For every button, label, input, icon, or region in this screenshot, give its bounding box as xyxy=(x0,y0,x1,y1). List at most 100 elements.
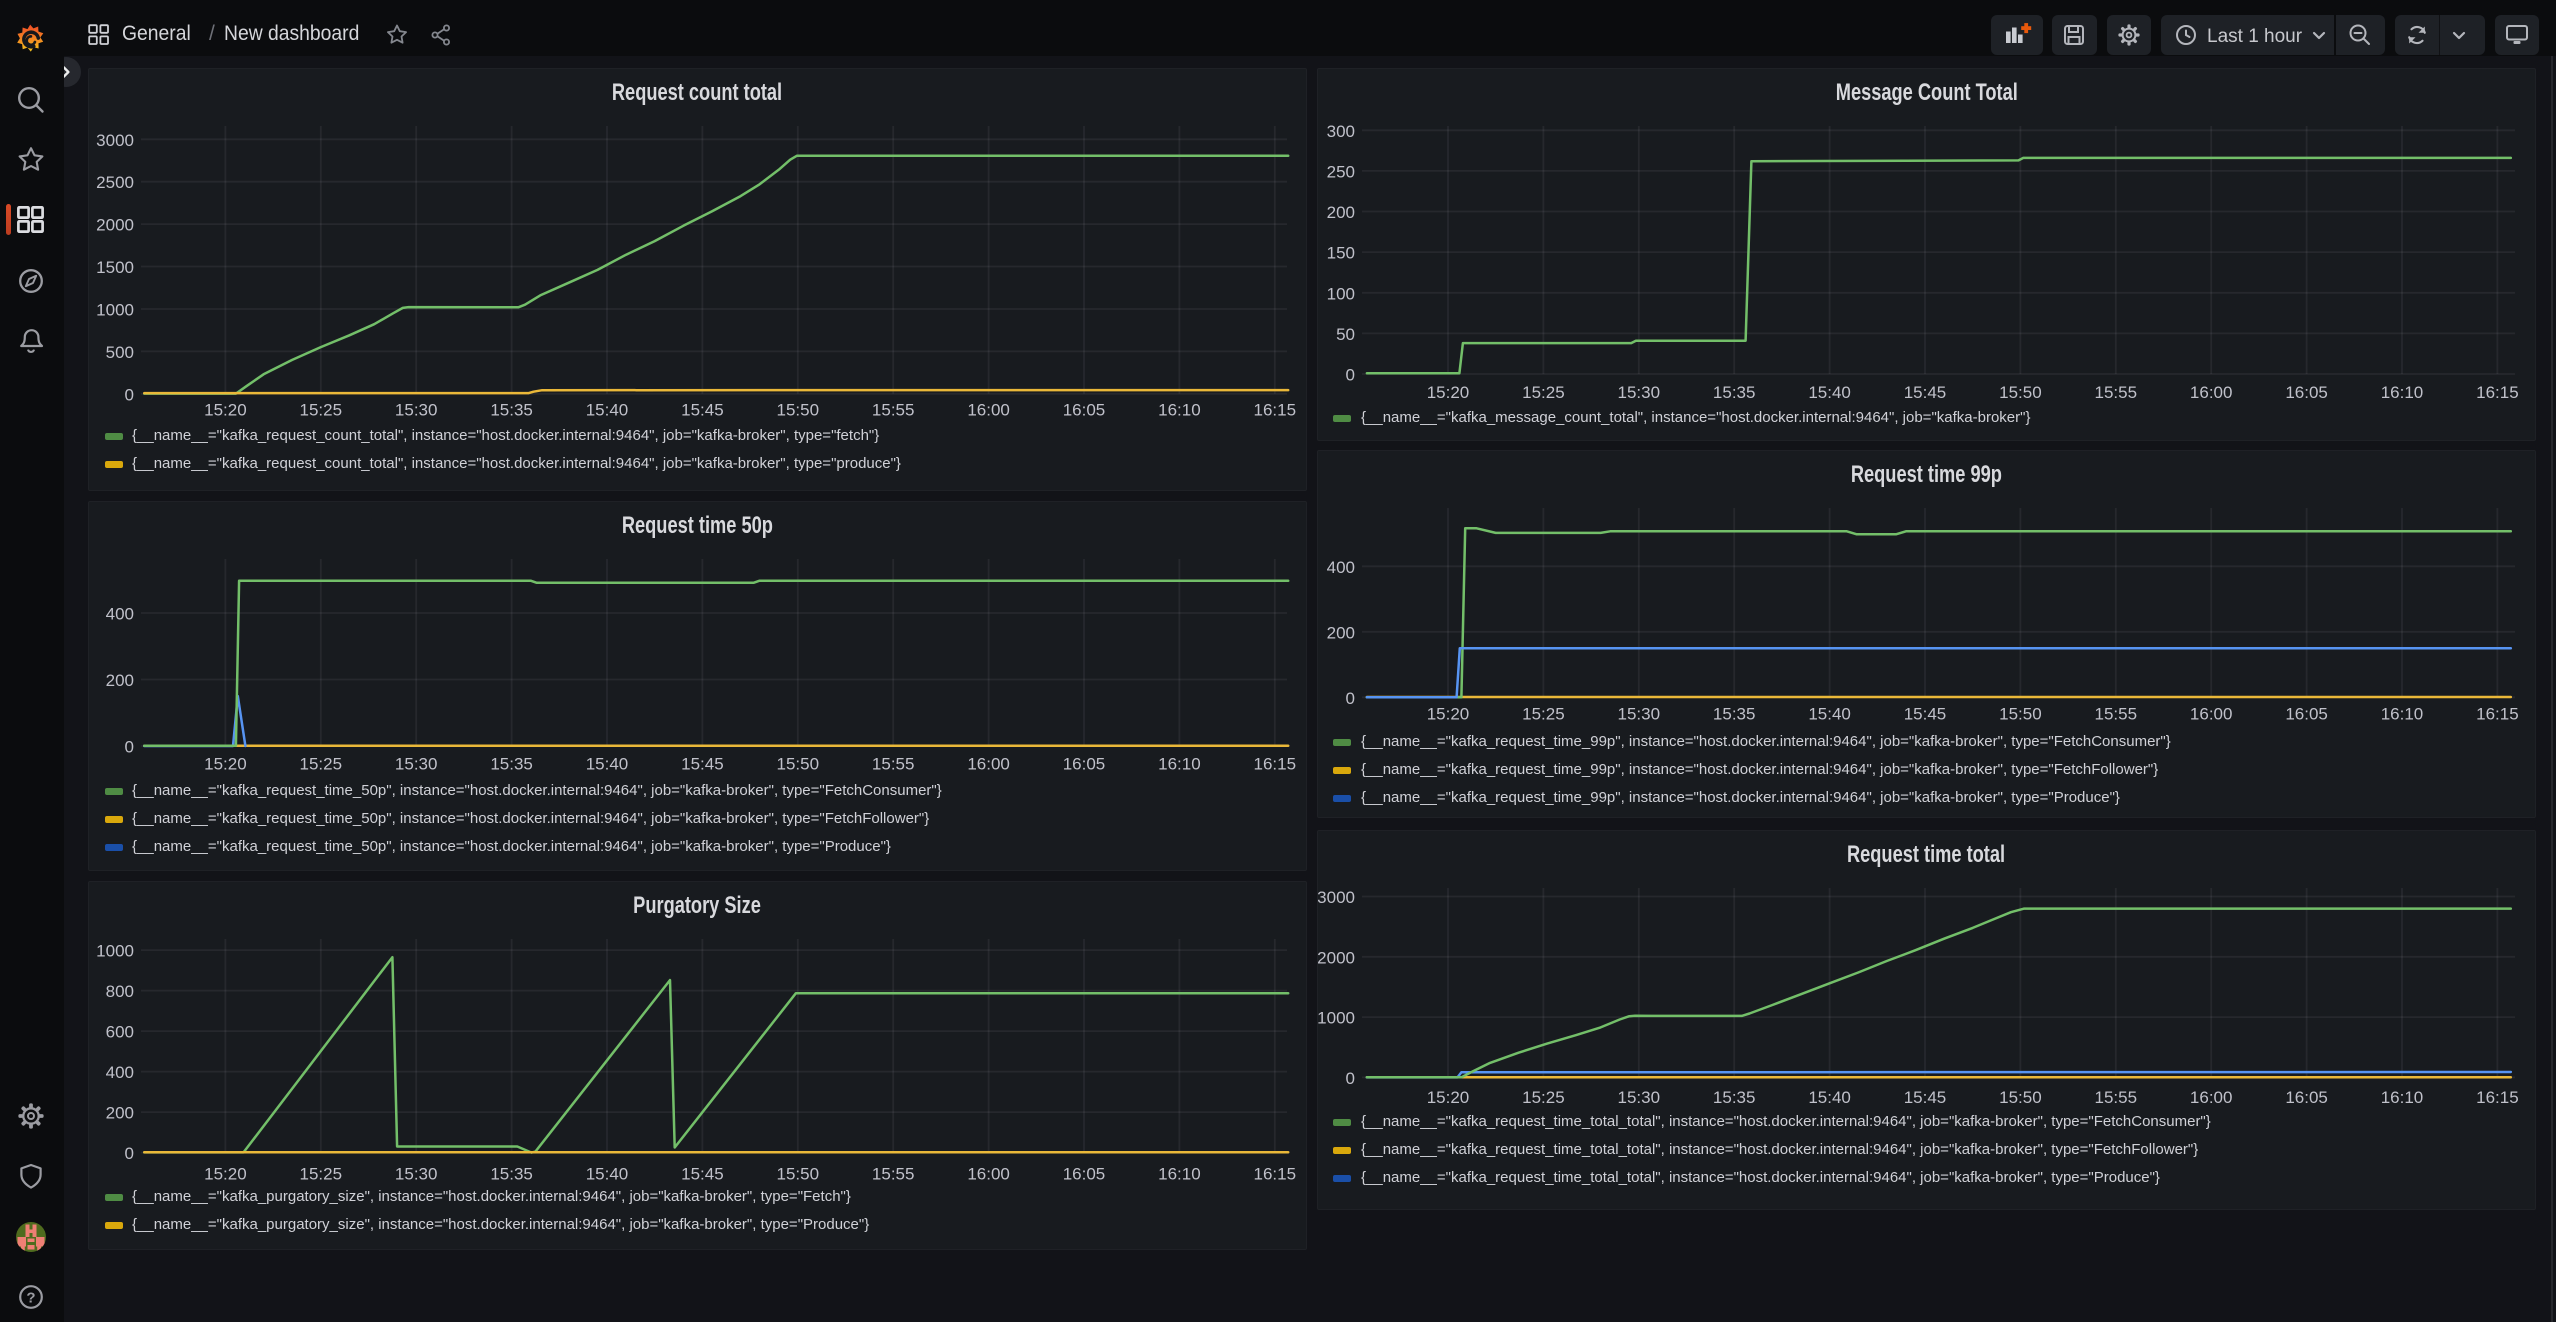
svg-text:16:10: 16:10 xyxy=(2381,383,2424,402)
svg-text:16:10: 16:10 xyxy=(1158,755,1201,774)
svg-text:16:15: 16:15 xyxy=(2476,705,2519,724)
svg-text:15:45: 15:45 xyxy=(681,755,724,774)
svg-text:16:15: 16:15 xyxy=(2476,383,2519,402)
svg-text:15:50: 15:50 xyxy=(777,401,820,420)
svg-text:15:50: 15:50 xyxy=(1999,1088,2042,1107)
svg-text:0: 0 xyxy=(125,385,134,404)
svg-text:15:40: 15:40 xyxy=(586,401,629,420)
svg-text:15:30: 15:30 xyxy=(395,755,438,774)
svg-text:15:20: 15:20 xyxy=(1427,1088,1470,1107)
svg-text:15:40: 15:40 xyxy=(1808,705,1851,724)
svg-text:15:35: 15:35 xyxy=(490,1165,533,1184)
svg-text:1000: 1000 xyxy=(96,301,134,320)
svg-text:15:50: 15:50 xyxy=(1999,705,2042,724)
svg-text:16:15: 16:15 xyxy=(1254,1165,1297,1184)
svg-text:15:40: 15:40 xyxy=(1808,1088,1851,1107)
svg-text:15:30: 15:30 xyxy=(395,1165,438,1184)
svg-text:16:15: 16:15 xyxy=(2476,1088,2519,1107)
svg-text:15:55: 15:55 xyxy=(2095,705,2138,724)
svg-text:1000: 1000 xyxy=(1318,1009,1355,1028)
svg-text:15:25: 15:25 xyxy=(1522,1088,1565,1107)
svg-text:400: 400 xyxy=(106,1063,134,1082)
svg-text:15:30: 15:30 xyxy=(1618,1088,1661,1107)
svg-text:15:45: 15:45 xyxy=(681,401,724,420)
svg-text:15:20: 15:20 xyxy=(1427,383,1470,402)
svg-text:3000: 3000 xyxy=(96,131,134,150)
svg-text:16:05: 16:05 xyxy=(1063,755,1106,774)
svg-text:100: 100 xyxy=(1327,284,1355,303)
svg-text:?: ? xyxy=(26,1290,35,1307)
svg-text:15:25: 15:25 xyxy=(300,401,343,420)
svg-text:16:05: 16:05 xyxy=(1063,1165,1106,1184)
svg-text:15:55: 15:55 xyxy=(872,755,915,774)
svg-text:15:45: 15:45 xyxy=(1904,383,1947,402)
svg-text:15:50: 15:50 xyxy=(777,755,820,774)
svg-text:2500: 2500 xyxy=(96,173,134,192)
svg-text:16:10: 16:10 xyxy=(2381,705,2424,724)
svg-text:200: 200 xyxy=(1327,203,1355,222)
svg-text:16:15: 16:15 xyxy=(1254,755,1297,774)
svg-text:15:50: 15:50 xyxy=(777,1165,820,1184)
svg-text:16:05: 16:05 xyxy=(2285,705,2328,724)
svg-text:15:55: 15:55 xyxy=(872,1165,915,1184)
svg-text:15:25: 15:25 xyxy=(300,755,343,774)
svg-text:200: 200 xyxy=(106,671,134,690)
svg-text:800: 800 xyxy=(106,982,134,1001)
svg-text:15:20: 15:20 xyxy=(1427,705,1470,724)
svg-text:16:10: 16:10 xyxy=(1158,401,1201,420)
svg-text:200: 200 xyxy=(106,1104,134,1123)
svg-text:400: 400 xyxy=(1327,558,1355,577)
svg-text:50: 50 xyxy=(1336,325,1355,344)
svg-text:1000: 1000 xyxy=(96,942,134,961)
svg-text:1500: 1500 xyxy=(96,258,134,277)
svg-text:16:15: 16:15 xyxy=(1254,401,1297,420)
svg-text:16:05: 16:05 xyxy=(2285,1088,2328,1107)
svg-text:15:30: 15:30 xyxy=(1618,383,1661,402)
svg-text:15:40: 15:40 xyxy=(586,755,629,774)
svg-text:15:55: 15:55 xyxy=(2095,383,2138,402)
svg-text:16:00: 16:00 xyxy=(967,1165,1010,1184)
svg-text:15:30: 15:30 xyxy=(1618,705,1661,724)
svg-text:16:00: 16:00 xyxy=(967,755,1010,774)
svg-text:15:35: 15:35 xyxy=(1713,1088,1756,1107)
svg-text:16:05: 16:05 xyxy=(1063,401,1106,420)
svg-text:300: 300 xyxy=(1327,122,1355,141)
svg-text:16:10: 16:10 xyxy=(1158,1165,1201,1184)
svg-text:200: 200 xyxy=(1327,623,1355,642)
svg-text:15:35: 15:35 xyxy=(490,401,533,420)
svg-text:0: 0 xyxy=(125,1144,134,1163)
svg-text:16:00: 16:00 xyxy=(2190,383,2233,402)
svg-text:15:20: 15:20 xyxy=(204,755,247,774)
svg-text:15:20: 15:20 xyxy=(204,401,247,420)
svg-text:16:10: 16:10 xyxy=(2381,1088,2424,1107)
svg-text:15:55: 15:55 xyxy=(872,401,915,420)
svg-text:0: 0 xyxy=(1346,1069,1355,1088)
svg-text:15:35: 15:35 xyxy=(490,755,533,774)
svg-text:3000: 3000 xyxy=(1318,888,1355,907)
svg-text:400: 400 xyxy=(106,605,134,624)
svg-text:15:45: 15:45 xyxy=(681,1165,724,1184)
svg-text:15:25: 15:25 xyxy=(1522,705,1565,724)
svg-text:15:40: 15:40 xyxy=(1808,383,1851,402)
svg-text:15:25: 15:25 xyxy=(300,1165,343,1184)
svg-text:16:00: 16:00 xyxy=(2190,705,2233,724)
svg-text:16:05: 16:05 xyxy=(2285,383,2328,402)
svg-text:15:40: 15:40 xyxy=(586,1165,629,1184)
svg-text:500: 500 xyxy=(106,343,134,362)
svg-text:0: 0 xyxy=(125,738,134,757)
svg-text:15:35: 15:35 xyxy=(1713,705,1756,724)
svg-text:16:00: 16:00 xyxy=(967,401,1010,420)
svg-text:15:45: 15:45 xyxy=(1904,705,1947,724)
svg-text:2000: 2000 xyxy=(1318,948,1355,967)
svg-text:150: 150 xyxy=(1327,244,1355,263)
svg-text:0: 0 xyxy=(1346,366,1355,385)
svg-text:2000: 2000 xyxy=(96,216,134,235)
svg-text:15:55: 15:55 xyxy=(2095,1088,2138,1107)
svg-text:250: 250 xyxy=(1327,162,1355,181)
svg-text:15:45: 15:45 xyxy=(1904,1088,1947,1107)
svg-text:15:20: 15:20 xyxy=(204,1165,247,1184)
svg-text:16:00: 16:00 xyxy=(2190,1088,2233,1107)
svg-text:15:25: 15:25 xyxy=(1522,383,1565,402)
svg-text:15:50: 15:50 xyxy=(1999,383,2042,402)
svg-text:0: 0 xyxy=(1346,689,1355,708)
